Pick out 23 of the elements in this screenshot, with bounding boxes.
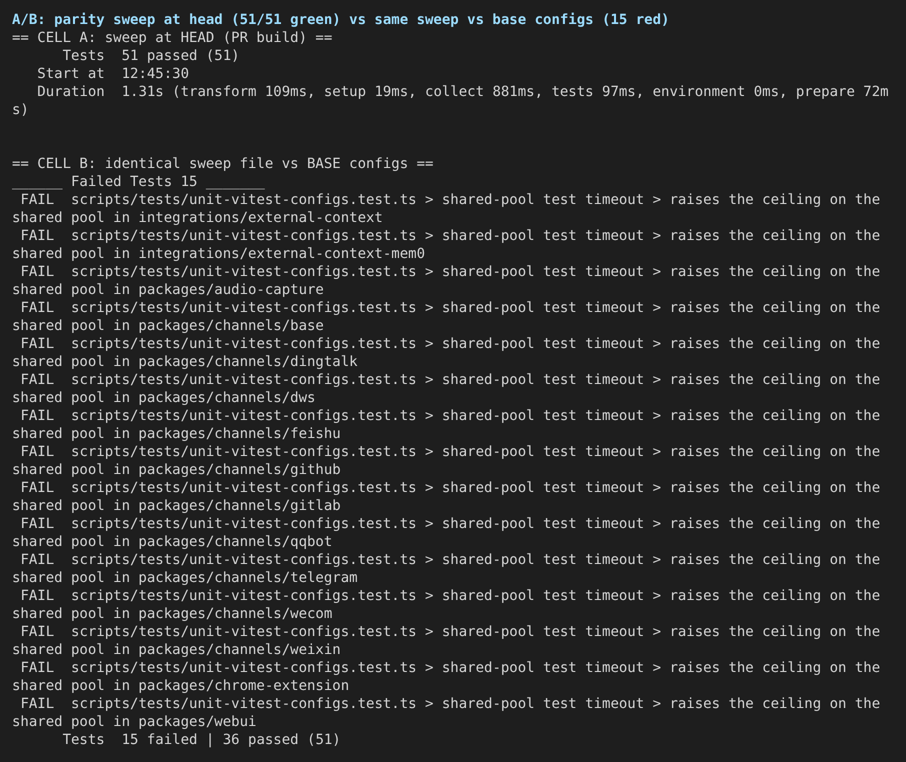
section-header: == CELL A: sweep at HEAD (PR build) == — [12, 29, 334, 47]
summary-line: Tests 15 failed | 36 passed (51) — [62, 731, 342, 749]
failure-line: FAIL scripts/tests/unit-vitest-configs.test.ts > shared-pool test timeout > raises the ceiling on the shared pool in packages/channels/wecom — [12, 587, 882, 623]
failure-line: FAIL scripts/tests/unit-vitest-configs.test.ts > shared-pool test timeout > raises the ceiling on the shared pool in packages/channels/dingtalk — [12, 335, 882, 371]
failure-line: FAIL scripts/tests/unit-vitest-configs.test.ts > shared-pool test timeout > raises the ceiling on the shared pool in integrations/external-context — [12, 191, 882, 227]
section-header: == CELL B: identical sweep file vs BASE configs == — [12, 155, 434, 173]
report-title: A/B: parity sweep at head (51/51 green) vs same sweep vs base configs (15 red) — [12, 11, 670, 29]
failure-line: FAIL scripts/tests/unit-vitest-configs.test.ts > shared-pool test timeout > raises the ceiling on the shared pool in packages/channels/github — [12, 443, 882, 479]
failure-line: FAIL scripts/tests/unit-vitest-configs.test.ts > shared-pool test timeout > raises the ceiling on the shared pool in packages/chrome-extension — [12, 659, 882, 695]
failure-line: FAIL scripts/tests/unit-vitest-configs.test.ts > shared-pool test timeout > raises the ceiling on the shared pool in packages/audio-capture — [12, 263, 882, 299]
failure-line: FAIL scripts/tests/unit-vitest-configs.test.ts > shared-pool test timeout > raises the ceiling on the shared pool in packages/webui — [12, 695, 882, 731]
output-line: Tests 51 passed (51) — [62, 47, 241, 65]
failed-tests-header: ______ Failed Tests 15 _______ — [12, 173, 266, 191]
failure-line: FAIL scripts/tests/unit-vitest-configs.test.ts > shared-pool test timeout > raises the ceiling on the shared pool in packages/channels/feishu — [12, 407, 882, 443]
failure-line: FAIL scripts/tests/unit-vitest-configs.test.ts > shared-pool test timeout > raises the ceiling on the shared pool in integrations/external-context-mem0 — [12, 227, 882, 263]
failure-line: FAIL scripts/tests/unit-vitest-configs.test.ts > shared-pool test timeout > raises the ceiling on the shared pool in packages/channels/telegram — [12, 551, 882, 587]
failure-line: FAIL scripts/tests/unit-vitest-configs.test.ts > shared-pool test timeout > raises the ceiling on the shared pool in packages/channels/gitlab — [12, 479, 882, 515]
failure-line: FAIL scripts/tests/unit-vitest-configs.test.ts > shared-pool test timeout > raises the ceiling on the shared pool in packages/channels/qqbot — [12, 515, 882, 551]
failure-line: FAIL scripts/tests/unit-vitest-configs.test.ts > shared-pool test timeout > raises the ceiling on the shared pool in packages/channels/dws — [12, 371, 882, 407]
output-line: Start at 12:45:30 — [36, 65, 190, 83]
output-line: Duration 1.31s (transform 109ms, setup 19ms, collect 881ms, tests 97ms, environment 0ms, prepare 72ms) — [12, 83, 890, 119]
failure-line: FAIL scripts/tests/unit-vitest-configs.test.ts > shared-pool test timeout > raises the ceiling on the shared pool in packages/channels/weixin — [12, 623, 882, 659]
failure-line: FAIL scripts/tests/unit-vitest-configs.test.ts > shared-pool test timeout > raises the ceiling on the shared pool in packages/channels/base — [12, 299, 882, 335]
